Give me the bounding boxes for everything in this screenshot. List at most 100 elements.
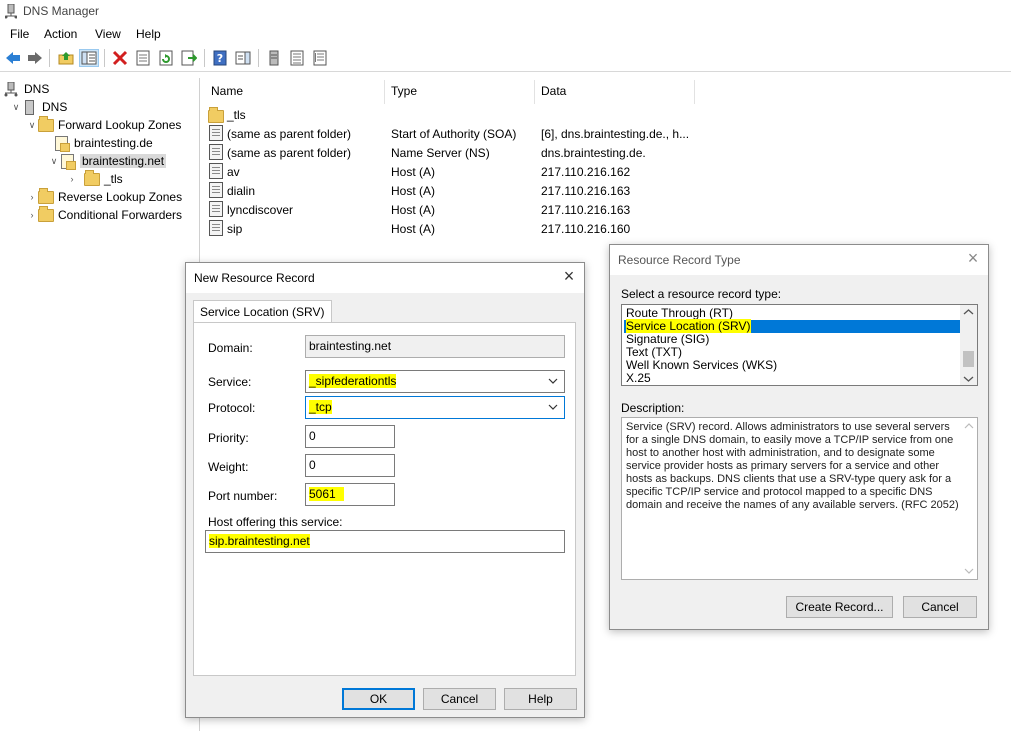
folder-icon — [38, 116, 54, 132]
list-item[interactable]: (same as parent folder) Start of Authori… — [208, 124, 708, 143]
srv-tab-panel: Domain: braintesting.net Service: _sipfe… — [193, 322, 576, 676]
record-type: Name Server (NS) — [391, 146, 490, 160]
record-type: Host (A) — [391, 165, 436, 179]
chevron-down-icon[interactable] — [963, 375, 974, 383]
host-input[interactable]: sip.braintesting.net — [205, 530, 565, 553]
listbox-scrollbar[interactable] — [960, 305, 977, 385]
list-item[interactable]: av Host (A) 217.110.216.162 — [208, 162, 708, 181]
scrollbar-thumb[interactable] — [963, 351, 974, 367]
dns-manager-app-icon — [5, 4, 17, 19]
help-icon[interactable]: ? — [210, 49, 230, 67]
new-resource-record-dialog: New Resource Record × Service Location (… — [185, 262, 585, 718]
forward-arrow-icon[interactable] — [25, 49, 45, 67]
svg-text:?: ? — [217, 52, 223, 65]
select-type-label: Select a resource record type: — [621, 287, 782, 301]
action-pane-icon[interactable] — [233, 49, 253, 67]
chevron-right-icon[interactable]: › — [26, 210, 38, 220]
weight-input[interactable]: 0 — [305, 454, 395, 477]
export-list-icon[interactable] — [179, 49, 199, 67]
list-item[interactable]: lyncdiscover Host (A) 217.110.216.163 — [208, 200, 708, 219]
chevron-up-icon — [964, 423, 974, 429]
chevron-down-icon[interactable] — [547, 401, 559, 413]
domain-field: braintesting.net — [305, 335, 565, 358]
record-data: 217.110.216.163 — [541, 184, 631, 198]
chevron-right-icon[interactable]: › — [66, 174, 78, 184]
tree-label: _tls — [104, 172, 123, 186]
refresh-icon[interactable] — [156, 49, 176, 67]
tree-item-tls[interactable]: › _tls — [66, 170, 123, 188]
record-type-option[interactable]: X.25 — [624, 372, 651, 385]
delete-icon[interactable] — [110, 49, 130, 67]
tree-item-dns-root[interactable]: DNS — [4, 80, 49, 98]
service-combobox[interactable]: _sipfederationtls — [305, 370, 565, 393]
tree-label: braintesting.de — [74, 136, 153, 150]
weight-label: Weight: — [208, 460, 249, 474]
record-type: Host (A) — [391, 222, 436, 236]
cancel-button[interactable]: Cancel — [423, 688, 496, 710]
tree-item-dns-server[interactable]: ∨ DNS — [10, 98, 67, 116]
record-type-listbox[interactable]: Route Through (RT) Service Location (SRV… — [621, 304, 978, 386]
tree-label: Reverse Lookup Zones — [58, 190, 183, 204]
detail-view-icon[interactable] — [310, 49, 330, 67]
column-header-name[interactable]: Name — [211, 84, 243, 98]
close-icon[interactable]: × — [560, 267, 578, 286]
tree-label: DNS — [42, 100, 68, 114]
show-hide-tree-icon[interactable] — [79, 49, 99, 67]
folder-icon — [38, 188, 54, 204]
port-number-input[interactable]: 5061 — [305, 483, 395, 506]
window-title: DNS Manager — [23, 4, 100, 18]
record-icon — [208, 220, 224, 237]
list-item[interactable]: _tls — [208, 105, 708, 124]
chevron-down-icon[interactable]: ∨ — [48, 156, 60, 167]
record-icon — [208, 182, 224, 199]
record-name: av — [227, 165, 240, 179]
tree-label: braintesting.net — [80, 154, 167, 168]
record-name: sip — [227, 222, 243, 236]
ok-button[interactable]: OK — [342, 688, 415, 710]
list-item[interactable]: sip Host (A) 217.110.216.160 — [208, 219, 708, 238]
column-header-data[interactable]: Data — [541, 84, 566, 98]
priority-input[interactable]: 0 — [305, 425, 395, 448]
new-server-icon[interactable] — [264, 49, 284, 67]
protocol-combobox[interactable]: _tcp — [305, 396, 565, 419]
tree-item-reverse-lookup-zones[interactable]: › Reverse Lookup Zones — [26, 188, 182, 206]
list-item[interactable]: dialin Host (A) 217.110.216.163 — [208, 181, 708, 200]
zone-icon — [54, 136, 70, 152]
chevron-down-icon[interactable]: ∨ — [26, 120, 38, 131]
back-arrow-icon[interactable] — [3, 49, 23, 67]
list-item[interactable]: (same as parent folder) Name Server (NS)… — [208, 143, 708, 162]
host-label: Host offering this service: — [208, 515, 343, 529]
chevron-right-icon[interactable]: › — [26, 192, 38, 202]
menu-help[interactable]: Help — [136, 27, 161, 41]
dialog-title: Resource Record Type — [618, 253, 741, 267]
menu-action[interactable]: Action — [44, 27, 77, 41]
list-view-icon[interactable] — [287, 49, 307, 67]
record-data: [6], dns.braintesting.de., h... — [541, 127, 690, 141]
tab-service-location[interactable]: Service Location (SRV) — [193, 300, 332, 323]
chevron-down-icon[interactable] — [547, 375, 559, 387]
close-icon[interactable]: × — [964, 249, 982, 268]
record-icon — [208, 201, 224, 218]
column-header-type[interactable]: Type — [391, 84, 417, 98]
tree-item-forward-lookup-zones[interactable]: ∨ Forward Lookup Zones — [26, 116, 181, 134]
record-name: lyncdiscover — [227, 203, 294, 217]
record-type: Start of Authority (SOA) — [391, 127, 517, 141]
cancel-button[interactable]: Cancel — [903, 596, 977, 618]
chevron-up-icon[interactable] — [963, 308, 974, 316]
menu-view[interactable]: View — [95, 27, 121, 41]
service-value: _sipfederationtls — [309, 374, 397, 388]
record-data: 217.110.216.163 — [541, 203, 631, 217]
menu-file[interactable]: File — [10, 27, 29, 41]
tree-item-braintesting-net[interactable]: ∨ braintesting.net — [48, 152, 167, 170]
domain-label: Domain: — [208, 341, 253, 355]
help-button[interactable]: Help — [504, 688, 577, 710]
chevron-down-icon[interactable]: ∨ — [10, 102, 22, 113]
tree-item-braintesting-de[interactable]: braintesting.de — [54, 134, 153, 152]
properties-icon[interactable] — [133, 49, 153, 67]
create-record-button[interactable]: Create Record... — [786, 596, 893, 618]
tree-label: Forward Lookup Zones — [58, 118, 182, 132]
tree-item-conditional-forwarders[interactable]: › Conditional Forwarders — [26, 206, 182, 224]
record-icon — [208, 163, 224, 180]
up-folder-icon[interactable] — [56, 49, 76, 67]
record-icon — [208, 125, 224, 142]
